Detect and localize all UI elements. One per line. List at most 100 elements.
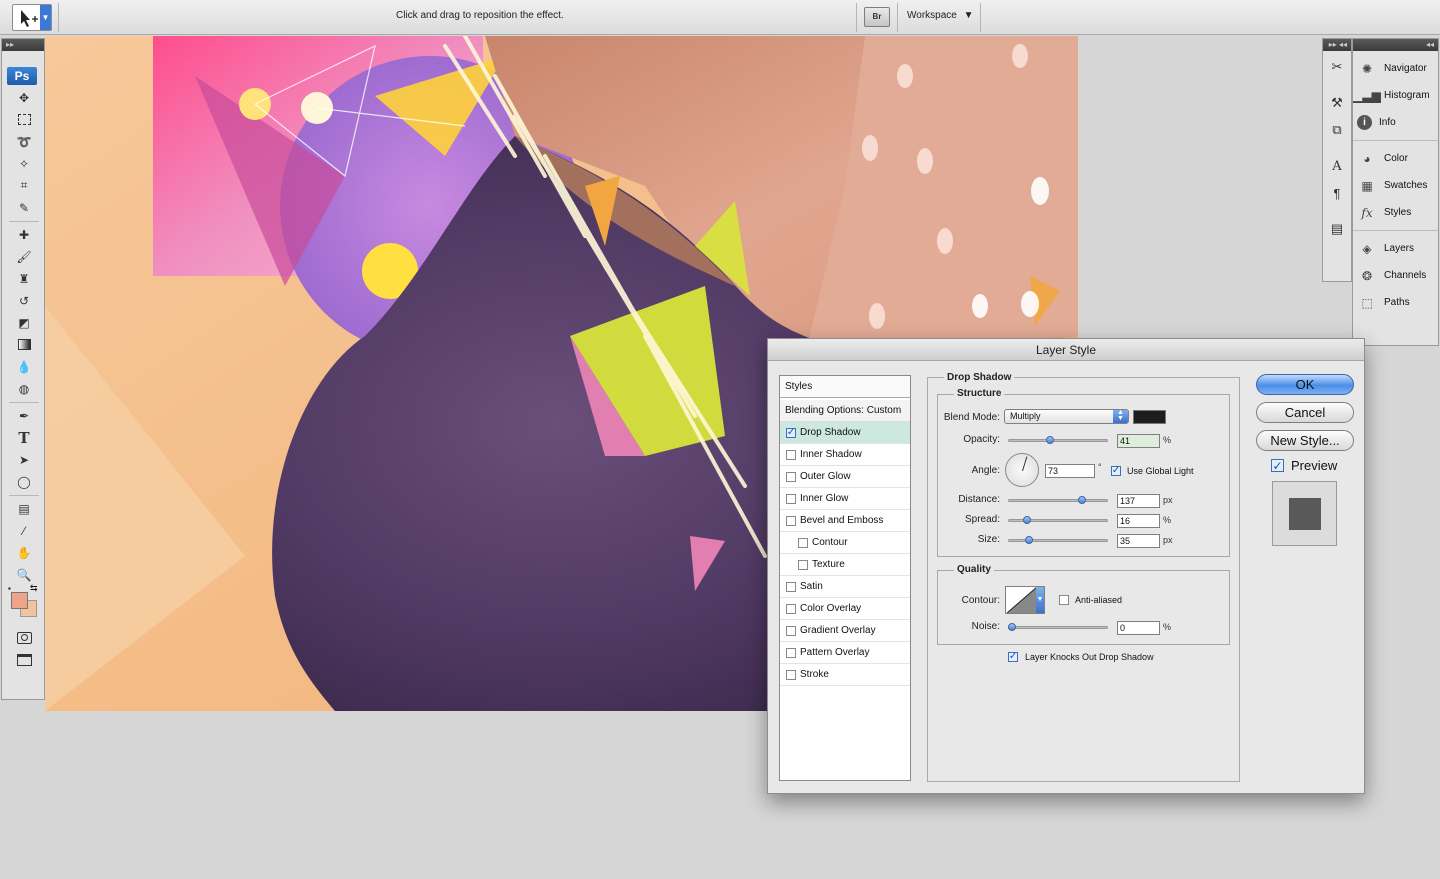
- style-item[interactable]: Contour: [780, 532, 910, 554]
- tool-preset-picker[interactable]: ▼: [12, 4, 52, 31]
- size-input[interactable]: 35: [1117, 534, 1160, 548]
- knocks-out-checkbox[interactable]: ✓: [1008, 652, 1018, 662]
- style-checkbox[interactable]: [786, 647, 796, 658]
- lasso-tool-icon[interactable]: ➰: [13, 132, 35, 151]
- gradient-tool-icon[interactable]: [13, 335, 35, 354]
- style-checkbox[interactable]: ✓: [786, 427, 796, 438]
- style-checkbox[interactable]: [786, 625, 796, 636]
- healing-brush-tool-icon[interactable]: ✚: [13, 225, 35, 244]
- style-checkbox[interactable]: [798, 559, 808, 570]
- brushes-icon[interactable]: ⚒: [1326, 92, 1348, 114]
- ellipse-tool-icon[interactable]: ◯: [13, 472, 35, 491]
- clone-stamp-tool-icon[interactable]: ♜: [13, 269, 35, 288]
- style-item[interactable]: Texture: [780, 554, 910, 576]
- style-checkbox[interactable]: [798, 537, 808, 548]
- notes-tool-icon[interactable]: ▤: [13, 499, 35, 518]
- style-item[interactable]: Stroke: [780, 664, 910, 686]
- styles-header[interactable]: Styles: [780, 376, 910, 398]
- noise-slider[interactable]: [1008, 623, 1108, 631]
- spread-input[interactable]: 16: [1117, 514, 1160, 528]
- panel-info[interactable]: i Info: [1353, 109, 1438, 136]
- style-checkbox[interactable]: [786, 471, 796, 482]
- panel-layers[interactable]: ◈ Layers: [1353, 235, 1438, 262]
- size-slider[interactable]: [1008, 536, 1108, 544]
- path-selection-tool-icon[interactable]: ➤: [13, 450, 35, 469]
- style-item[interactable]: Satin: [780, 576, 910, 598]
- notes-icon[interactable]: ▤: [1326, 218, 1348, 240]
- cancel-button[interactable]: Cancel: [1256, 402, 1354, 423]
- screen-mode-icon[interactable]: [13, 650, 35, 669]
- spread-slider[interactable]: [1008, 516, 1108, 524]
- style-item[interactable]: Bevel and Emboss: [780, 510, 910, 532]
- noise-slider-knob[interactable]: [1008, 623, 1016, 631]
- style-checkbox[interactable]: [786, 581, 796, 592]
- foreground-color-swatch[interactable]: [11, 592, 28, 609]
- move-tool-icon[interactable]: ✥: [13, 88, 35, 107]
- style-item[interactable]: Pattern Overlay: [780, 642, 910, 664]
- quick-mask-icon[interactable]: [13, 628, 35, 647]
- crop-tool-icon[interactable]: ⌗: [13, 176, 35, 195]
- marquee-tool-icon[interactable]: [13, 110, 35, 129]
- dock-grip[interactable]: ◂◂: [1353, 39, 1438, 51]
- style-checkbox[interactable]: [786, 449, 796, 460]
- blending-options-item[interactable]: Blending Options: Custom: [780, 400, 910, 422]
- history-brush-tool-icon[interactable]: ↺: [13, 291, 35, 310]
- opacity-input[interactable]: 41: [1117, 434, 1160, 448]
- spread-slider-knob[interactable]: [1022, 516, 1031, 524]
- panel-styles[interactable]: fx Styles: [1353, 199, 1438, 226]
- preview-option[interactable]: ✓ Preview: [1271, 458, 1337, 473]
- size-slider-knob[interactable]: [1024, 536, 1033, 544]
- distance-slider[interactable]: [1008, 496, 1108, 504]
- angle-input[interactable]: 73: [1045, 464, 1095, 478]
- shadow-color-swatch[interactable]: [1133, 410, 1166, 424]
- noise-input[interactable]: 0: [1117, 621, 1160, 635]
- style-item[interactable]: Inner Glow: [780, 488, 910, 510]
- panel-navigator[interactable]: ✺ Navigator: [1353, 55, 1438, 82]
- panel-histogram[interactable]: ▁▃▆ Histogram: [1353, 82, 1438, 109]
- brush-tool-icon[interactable]: 🖌: [13, 247, 35, 266]
- style-item[interactable]: Outer Glow: [780, 466, 910, 488]
- blend-mode-select[interactable]: Multiply ▲ ▼: [1004, 409, 1129, 424]
- style-item[interactable]: Gradient Overlay: [780, 620, 910, 642]
- panel-color[interactable]: ◕ Color: [1353, 145, 1438, 172]
- contour-picker[interactable]: ▼: [1005, 586, 1045, 614]
- style-checkbox[interactable]: [786, 493, 796, 504]
- magic-wand-tool-icon[interactable]: ✧: [13, 154, 35, 173]
- style-item[interactable]: Inner Shadow: [780, 444, 910, 466]
- distance-slider-knob[interactable]: [1077, 496, 1086, 504]
- new-style-button[interactable]: New Style...: [1256, 430, 1354, 451]
- panel-swatches[interactable]: ▦ Swatches: [1353, 172, 1438, 199]
- bridge-button[interactable]: Br: [864, 7, 890, 27]
- use-global-light-checkbox[interactable]: ✓: [1111, 466, 1121, 476]
- panel-paths[interactable]: ⬚ Paths: [1353, 289, 1438, 316]
- paragraph-icon[interactable]: ¶: [1326, 182, 1348, 204]
- color-swatches[interactable]: ▪ ⇆: [8, 583, 40, 620]
- dialog-title[interactable]: Layer Style: [768, 339, 1364, 361]
- eyedropper-tool-icon[interactable]: ⁄: [13, 521, 35, 540]
- dock-grip[interactable]: ▸▸ ◂◂: [1323, 39, 1351, 51]
- swap-colors-icon[interactable]: ⇆: [30, 583, 38, 594]
- panel-channels[interactable]: ❂ Channels: [1353, 262, 1438, 289]
- distance-input[interactable]: 137: [1117, 494, 1160, 508]
- style-checkbox[interactable]: [786, 515, 796, 526]
- zoom-tool-icon[interactable]: 🔍: [13, 565, 35, 584]
- character-icon[interactable]: A: [1326, 155, 1348, 177]
- clone-source-icon[interactable]: ⧉: [1326, 119, 1348, 141]
- hand-tool-icon[interactable]: ✋: [13, 543, 35, 562]
- dodge-tool-icon[interactable]: ◍: [13, 379, 35, 398]
- slice-tool-icon[interactable]: ✎: [13, 198, 35, 217]
- style-item[interactable]: ✓ Drop Shadow: [780, 422, 910, 444]
- style-item[interactable]: Color Overlay: [780, 598, 910, 620]
- workspace-menu[interactable]: Workspace ▼: [907, 10, 974, 21]
- style-checkbox[interactable]: [786, 669, 796, 680]
- tools-panel-grip[interactable]: ▸▸: [2, 39, 44, 51]
- pen-tool-icon[interactable]: ✒: [13, 406, 35, 425]
- tool-presets-icon[interactable]: ✂: [1326, 56, 1348, 78]
- opacity-slider-knob[interactable]: [1045, 436, 1054, 444]
- blur-tool-icon[interactable]: 💧: [13, 357, 35, 376]
- style-checkbox[interactable]: [786, 603, 796, 614]
- type-tool-icon[interactable]: T: [13, 428, 35, 447]
- opacity-slider[interactable]: [1008, 436, 1108, 444]
- ok-button[interactable]: OK: [1256, 374, 1354, 395]
- eraser-tool-icon[interactable]: ◩: [13, 313, 35, 332]
